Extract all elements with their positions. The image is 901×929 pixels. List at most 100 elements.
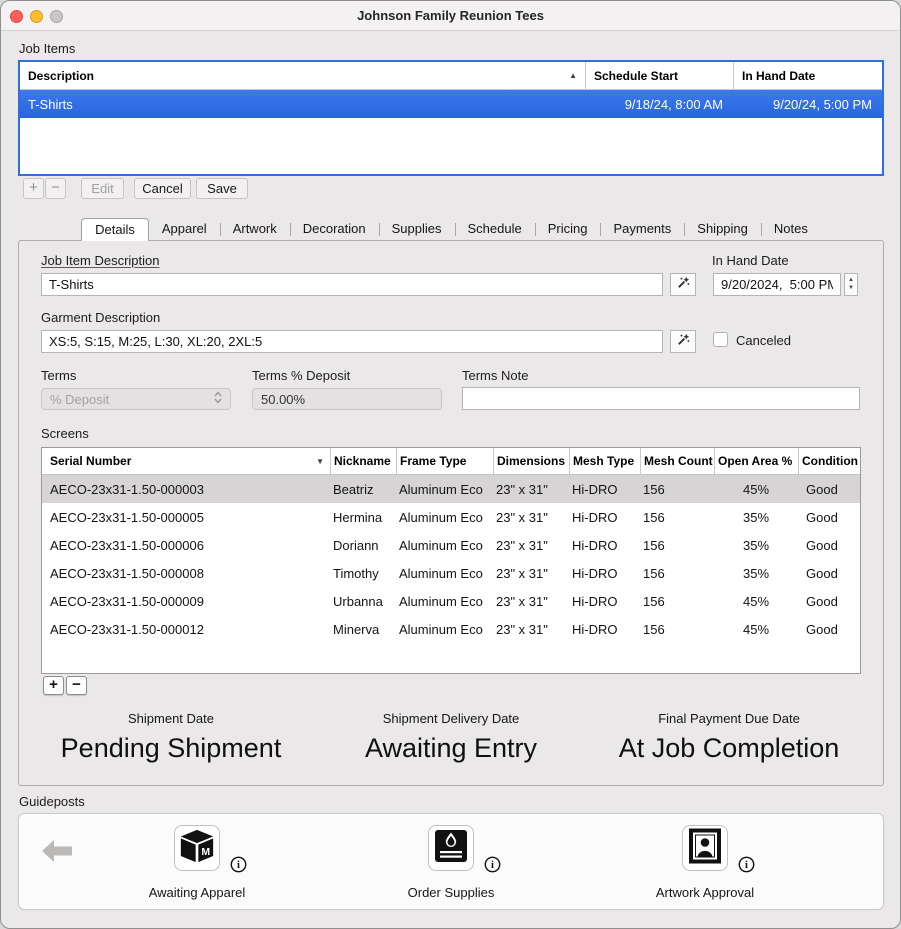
- window-title: Johnson Family Reunion Tees: [1, 1, 900, 30]
- tab-payments[interactable]: Payments: [600, 218, 684, 241]
- info-icon[interactable]: i: [484, 856, 501, 878]
- column-header-mesh-count[interactable]: Mesh Count: [640, 448, 714, 474]
- dropdown-chevrons-icon: [214, 391, 222, 407]
- screen-row[interactable]: AECO-23x31-1.50-000008TimothyAluminum Ec…: [42, 559, 860, 587]
- final-payment-due-date-value: At Job Completion: [589, 733, 869, 764]
- guidepost-awaiting-apparel: M i Awaiting Apparel: [87, 819, 307, 909]
- screen-row[interactable]: AECO-23x31-1.50-000005HerminaAluminum Ec…: [42, 503, 860, 531]
- svg-text:M: M: [201, 847, 210, 858]
- ink-bucket-icon: [433, 828, 469, 869]
- sort-ascending-icon: ▲: [569, 71, 577, 80]
- cancel-button[interactable]: Cancel: [134, 178, 191, 199]
- column-header-condition[interactable]: Condition: [798, 448, 860, 474]
- title-bar: Johnson Family Reunion Tees: [1, 1, 900, 31]
- screen-row[interactable]: AECO-23x31-1.50-000006DoriannAluminum Ec…: [42, 531, 860, 559]
- shipment-date-label: Shipment Date: [31, 711, 311, 726]
- edit-button[interactable]: Edit: [81, 178, 124, 199]
- column-header-in-hand-date[interactable]: In Hand Date: [733, 62, 882, 89]
- guidepost-icon-button[interactable]: M: [174, 825, 220, 871]
- shipment-delivery-date-label: Shipment Delivery Date: [311, 711, 591, 726]
- tab-notes[interactable]: Notes: [761, 218, 821, 241]
- job-items-section-label: Job Items: [19, 41, 75, 56]
- shipment-date-group: Shipment Date Pending Shipment: [31, 711, 311, 764]
- terms-note-input[interactable]: [462, 387, 860, 410]
- column-header-nickname[interactable]: Nickname: [330, 448, 396, 474]
- artwork-frame-icon: [687, 828, 723, 869]
- terms-label: Terms: [41, 368, 76, 383]
- svg-text:i: i: [745, 860, 748, 871]
- save-button[interactable]: Save: [196, 178, 248, 199]
- shipment-date-value: Pending Shipment: [31, 733, 311, 764]
- guidepost-icon-button[interactable]: [428, 825, 474, 871]
- terms-dropdown[interactable]: % Deposit: [41, 388, 231, 410]
- stepper-down-icon: ▼: [848, 285, 854, 293]
- job-items-table-header: Description ▲ Schedule Start In Hand Dat…: [20, 62, 882, 90]
- close-button[interactable]: [10, 10, 23, 23]
- garment-description-label: Garment Description: [41, 310, 160, 325]
- shipment-delivery-date-value: Awaiting Entry: [311, 733, 591, 764]
- canceled-checkbox[interactable]: [713, 332, 728, 347]
- job-item-description-cell: T-Shirts: [20, 97, 585, 112]
- column-header-mesh-type[interactable]: Mesh Type: [569, 448, 640, 474]
- final-payment-due-date-group: Final Payment Due Date At Job Completion: [589, 711, 869, 764]
- remove-screen-button[interactable]: −: [66, 676, 87, 695]
- zoom-button[interactable]: [50, 10, 63, 23]
- job-item-in-hand-date-cell: 9/20/24, 5:00 PM: [733, 97, 882, 112]
- job-item-row[interactable]: T-Shirts 9/18/24, 8:00 AM 9/20/24, 5:00 …: [20, 90, 882, 118]
- garment-description-input[interactable]: [41, 330, 663, 353]
- screens-table-header: Serial Number ▼ Nickname Frame Type Dime…: [42, 448, 860, 475]
- tab-schedule[interactable]: Schedule: [455, 218, 535, 241]
- canceled-label: Canceled: [736, 333, 791, 348]
- screen-row[interactable]: AECO-23x31-1.50-000003BeatrizAluminum Ec…: [42, 475, 860, 503]
- column-header-schedule-start[interactable]: Schedule Start: [585, 62, 733, 89]
- autofill-button-2[interactable]: [670, 330, 696, 353]
- guidepost-order-supplies: i Order Supplies: [341, 819, 561, 909]
- job-items-table: Description ▲ Schedule Start In Hand Dat…: [18, 60, 884, 176]
- terms-deposit-label: Terms % Deposit: [252, 368, 350, 383]
- screen-row[interactable]: AECO-23x31-1.50-000009UrbannaAluminum Ec…: [42, 587, 860, 615]
- terms-note-label: Terms Note: [462, 368, 528, 383]
- in-hand-date-label: In Hand Date: [712, 253, 789, 268]
- magic-wand-icon: [676, 275, 691, 295]
- screens-table: Serial Number ▼ Nickname Frame Type Dime…: [41, 447, 861, 674]
- add-job-item-button[interactable]: +: [23, 178, 44, 199]
- sort-descending-icon: ▼: [316, 457, 324, 466]
- tab-decoration[interactable]: Decoration: [290, 218, 379, 241]
- in-hand-date-input[interactable]: [713, 273, 841, 296]
- minimize-button[interactable]: [30, 10, 43, 23]
- tab-apparel[interactable]: Apparel: [149, 218, 220, 241]
- guideposts-section-label: Guideposts: [19, 794, 85, 809]
- guidepost-label: Order Supplies: [341, 885, 561, 900]
- svg-text:i: i: [237, 860, 240, 871]
- column-header-open-area[interactable]: Open Area %: [714, 448, 798, 474]
- tab-artwork[interactable]: Artwork: [220, 218, 290, 241]
- guidepost-label: Awaiting Apparel: [87, 885, 307, 900]
- tab-pricing[interactable]: Pricing: [535, 218, 601, 241]
- screen-row[interactable]: AECO-23x31-1.50-000012MinervaAluminum Ec…: [42, 615, 860, 643]
- back-arrow-icon[interactable]: [39, 837, 75, 870]
- terms-deposit-field[interactable]: 50.00%: [252, 388, 442, 410]
- tab-supplies[interactable]: Supplies: [379, 218, 455, 241]
- column-header-frame-type[interactable]: Frame Type: [396, 448, 493, 474]
- job-item-description-input[interactable]: [41, 273, 663, 296]
- screens-section-label: Screens: [41, 426, 89, 441]
- app-window: Johnson Family Reunion Tees Job Items De…: [0, 0, 901, 929]
- column-header-description[interactable]: Description ▲: [20, 62, 585, 89]
- info-icon[interactable]: i: [230, 856, 247, 878]
- tab-details[interactable]: Details: [81, 218, 149, 241]
- tab-shipping[interactable]: Shipping: [684, 218, 761, 241]
- autofill-button[interactable]: [670, 273, 696, 296]
- date-stepper[interactable]: ▲ ▼: [844, 273, 858, 296]
- stepper-up-icon: ▲: [848, 277, 854, 285]
- info-icon[interactable]: i: [738, 856, 755, 878]
- job-item-description-label: Job Item Description: [41, 253, 160, 268]
- remove-job-item-button[interactable]: −: [45, 178, 66, 199]
- tab-bar: Details Apparel Artwork Decoration Suppl…: [18, 218, 884, 241]
- guidepost-icon-button[interactable]: [682, 825, 728, 871]
- add-screen-button[interactable]: +: [43, 676, 64, 695]
- final-payment-due-date-label: Final Payment Due Date: [589, 711, 869, 726]
- guidepost-label: Artwork Approval: [595, 885, 815, 900]
- column-header-dimensions[interactable]: Dimensions: [493, 448, 569, 474]
- guidepost-artwork-approval: i Artwork Approval: [595, 819, 815, 909]
- column-header-serial-number[interactable]: Serial Number ▼: [42, 448, 330, 474]
